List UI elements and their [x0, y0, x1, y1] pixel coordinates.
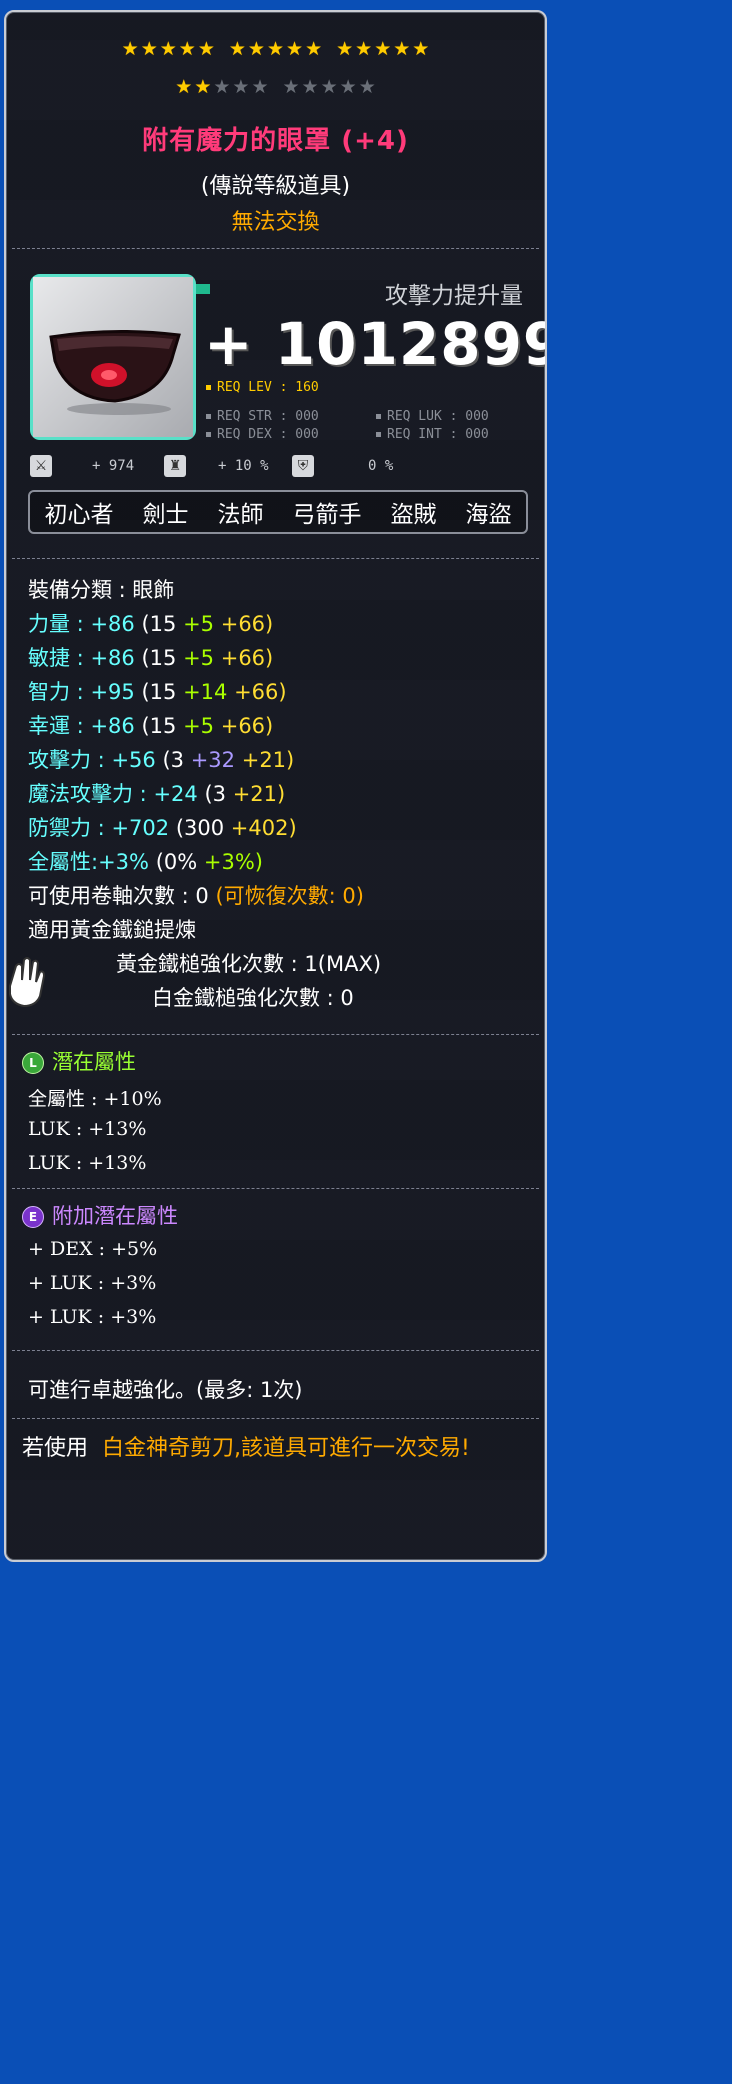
req-dex: REQ DEX : 000 [206, 427, 319, 442]
stat-all: 全屬性:+3% (0% +3%) [28, 850, 263, 874]
additional-line-2: + LUK : +3% [28, 1272, 157, 1294]
star-filled-icon: ★ [355, 38, 373, 60]
item-icon-frame [30, 274, 196, 440]
legendary-badge-icon: L [22, 1052, 44, 1074]
star-filled-icon: ★ [393, 38, 411, 60]
trade-status: 無法交換 [231, 210, 320, 235]
divider [12, 558, 539, 559]
potential-line-3: LUK : +13% [28, 1152, 147, 1174]
stat-attack: 攻擊力 : +56 (3 +32 +21) [28, 748, 295, 772]
divider [12, 1034, 539, 1035]
additional-line-1: + DEX : +5% [28, 1238, 158, 1260]
star-empty-icon: ★ [301, 76, 319, 98]
gold-hammer-count: 黃金鐵槌強化次數 : 1(MAX) [116, 952, 382, 976]
star-filled-icon: ★ [175, 76, 193, 98]
equip-category: 裝備分類 : 眼飾 [28, 578, 175, 602]
eye-patch-icon [33, 277, 193, 437]
combat-power-label: 攻擊力提升量 [385, 283, 523, 309]
star-force-note: 可進行卓越強化。(最多: 1次) [28, 1378, 303, 1402]
potential-line-1: 全屬性 : +10% [28, 1088, 162, 1110]
ignore-defense-icon: ♜ [164, 455, 186, 477]
star-filled-icon: ★ [247, 38, 265, 60]
potential-header: L 潛在屬性 [22, 1046, 136, 1076]
star-filled-icon: ★ [412, 38, 430, 60]
flag-icon [196, 284, 210, 294]
stat-luk: 幸運 : +86 (15 +5 +66) [28, 714, 274, 738]
hammer-title: 適用黃金鐵鎚提煉 [28, 918, 196, 942]
req-str: REQ STR : 000 [206, 409, 319, 424]
star-filled-icon: ★ [121, 38, 139, 60]
star-empty-icon: ★ [251, 76, 269, 98]
req-int: REQ INT : 000 [376, 427, 489, 442]
defense-value: 0 % [368, 458, 394, 474]
item-name: 附有魔力的眼罩 (+4) [142, 126, 409, 156]
scissors-note: 若使用 白金神奇剪刀,該道具可進行一次交易! [22, 1436, 470, 1461]
scroll-slots: 可使用卷軸次數 : 0 (可恢復次數: 0) [28, 884, 364, 908]
star-filled-icon: ★ [286, 38, 304, 60]
item-grade: (傳說等級道具) [200, 174, 351, 199]
divider [12, 1418, 539, 1419]
star-filled-icon: ★ [266, 38, 285, 60]
defense-icon: ⛨ [292, 455, 314, 477]
divider [12, 1188, 539, 1189]
stat-dex: 敏捷 : +86 (15 +5 +66) [28, 646, 274, 670]
job-2: 法師 [217, 502, 264, 528]
potential-line-2: LUK : +13% [28, 1118, 147, 1140]
star-empty-icon: ★ [282, 76, 300, 98]
star-filled-icon: ★ [194, 76, 212, 98]
combat-power-value: + 1012899 [204, 310, 547, 378]
star-filled-icon: ★ [305, 38, 323, 60]
job-3: 弓箭手 [292, 502, 362, 528]
star-empty-icon: ★ [339, 76, 357, 98]
star-empty-icon: ★ [320, 76, 338, 98]
hand-cursor-icon [9, 957, 46, 1008]
job-0: 初心者 [44, 502, 114, 528]
epic-badge-icon: E [22, 1206, 44, 1228]
divider [12, 248, 539, 249]
star-empty-icon: ★ [232, 76, 250, 98]
boss-damage-value: + 974 [92, 458, 135, 474]
star-force-row-2: ★ ★ ★ ★ ★ ★ ★ ★ ★ ★ [6, 78, 545, 97]
job-1: 劍士 [142, 502, 189, 528]
star-filled-icon: ★ [374, 38, 392, 60]
additional-potential-header: E 附加潛在屬性 [22, 1200, 178, 1230]
req-luk: REQ LUK : 000 [376, 409, 489, 424]
job-5: 海盜 [465, 502, 512, 528]
star-filled-icon: ★ [197, 38, 215, 60]
star-force-row-1: ★ ★ ★ ★ ★ ★ ★ ★ ★ ★ ★ ★ ★ ★ ★ [6, 40, 545, 59]
stat-str: 力量 : +86 (15 +5 +66) [28, 612, 274, 636]
stat-defense: 防禦力 : +702 (300 +402) [28, 816, 297, 840]
additional-line-3: + LUK : +3% [28, 1306, 157, 1328]
divider [12, 1350, 539, 1351]
star-filled-icon: ★ [178, 38, 196, 60]
ignore-defense-value: + 10 % [218, 458, 269, 474]
job-requirement-bar: 初心者 劍士 法師 弓箭手 盜賊 海盜 [28, 490, 528, 534]
stat-magic-attack: 魔法攻擊力 : +24 (3 +21) [28, 782, 286, 806]
star-filled-icon: ★ [159, 38, 177, 60]
star-filled-icon: ★ [140, 38, 158, 60]
job-4: 盜賊 [390, 502, 437, 528]
star-filled-icon: ★ [336, 38, 354, 60]
boss-damage-icon: ⚔ [30, 455, 52, 477]
req-level: REQ LEV : 160 [206, 380, 319, 395]
platinum-hammer-count: 白金鐵槌強化次數 : 0 [152, 986, 354, 1010]
star-filled-icon: ★ [228, 38, 246, 60]
star-empty-icon: ★ [358, 76, 376, 98]
item-tooltip: ★ ★ ★ ★ ★ ★ ★ ★ ★ ★ ★ ★ ★ ★ ★ ★ ★ ★ ★ ★ ★ ★ ★ ★ ★ 附有魔力的眼罩 (+4) … [4, 10, 547, 1562]
star-empty-icon: ★ [213, 76, 231, 98]
stat-int: 智力 : +95 (15 +14 +66) [28, 680, 287, 704]
